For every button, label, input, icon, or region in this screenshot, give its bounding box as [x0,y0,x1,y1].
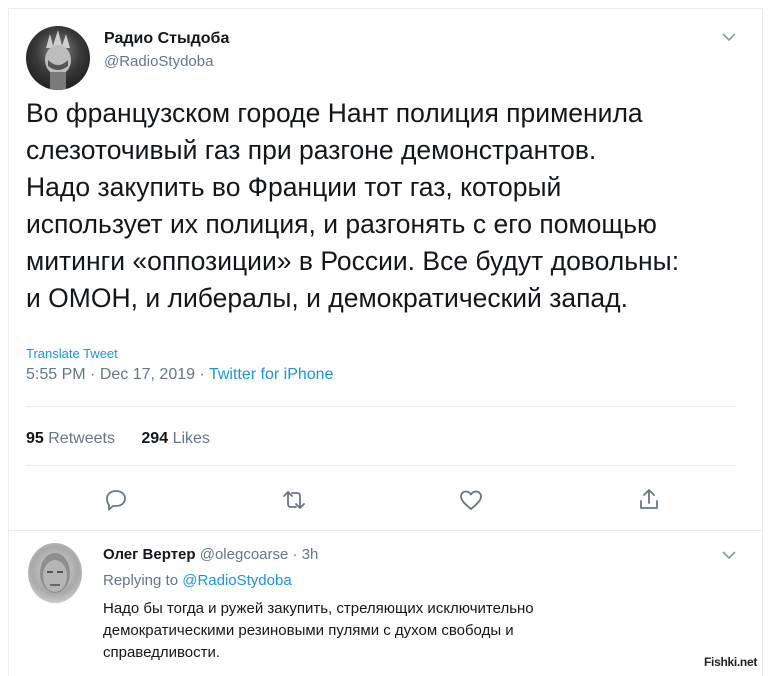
tweet-text: Во французском городе Нант полиция приме… [26,98,680,313]
translate-tweet-link[interactable]: Translate Tweet [26,346,118,361]
divider [26,406,736,407]
likes-label: Likes [172,430,210,447]
likes-count: 294 [141,430,169,447]
replying-prefix: Replying to [103,572,179,589]
reply-separator [8,530,763,531]
like-button[interactable] [458,487,484,513]
tweet-stats: 95 Retweets 294 Likes [26,430,232,448]
tweet-date[interactable]: Dec 17, 2019 [100,366,195,383]
reply-header: Олег Вертер @olegcoarse · 3h [103,546,318,563]
share-button[interactable] [636,487,662,513]
like-icon [460,490,482,510]
divider [26,465,736,466]
meta-separator: · [199,366,209,383]
chevron-down-icon[interactable] [722,550,736,560]
author-name[interactable]: Радио Стыдоба [104,30,229,48]
meta-separator: · [90,366,100,383]
share-icon [640,489,658,509]
tweet-meta: 5:55 PM · Dec 17, 2019 · Twitter for iPh… [26,366,333,384]
retweets-label: Retweets [48,430,115,447]
author-handle[interactable]: @RadioStydoba [104,53,213,70]
replying-to: Replying to @RadioStydoba [103,572,292,589]
meta-separator: · [292,546,302,563]
watermark: Fishki.net [704,655,758,669]
reply-age[interactable]: 3h [302,546,319,563]
likes-stat[interactable]: 294 Likes [141,430,210,447]
author-avatar[interactable] [26,26,90,90]
reply-author-handle[interactable]: @olegcoarse [200,546,289,563]
tweet-source-link[interactable]: Twitter for iPhone [209,366,334,383]
tweet-time[interactable]: 5:55 PM [26,366,86,383]
replying-to-link[interactable]: @RadioStydoba [182,572,291,589]
chevron-down-icon[interactable] [722,32,736,42]
retweets-count: 95 [26,430,44,447]
reply-button[interactable] [103,487,129,513]
retweet-icon [283,491,305,509]
reply-icon [106,490,126,511]
reply-text: Надо бы тогда и ружей закупить, стреляющ… [103,600,534,661]
reply-author-name[interactable]: Олег Вертер [103,546,196,563]
retweet-button[interactable] [281,487,307,513]
retweets-stat[interactable]: 95 Retweets [26,430,115,447]
reply-author-avatar[interactable] [28,543,82,603]
